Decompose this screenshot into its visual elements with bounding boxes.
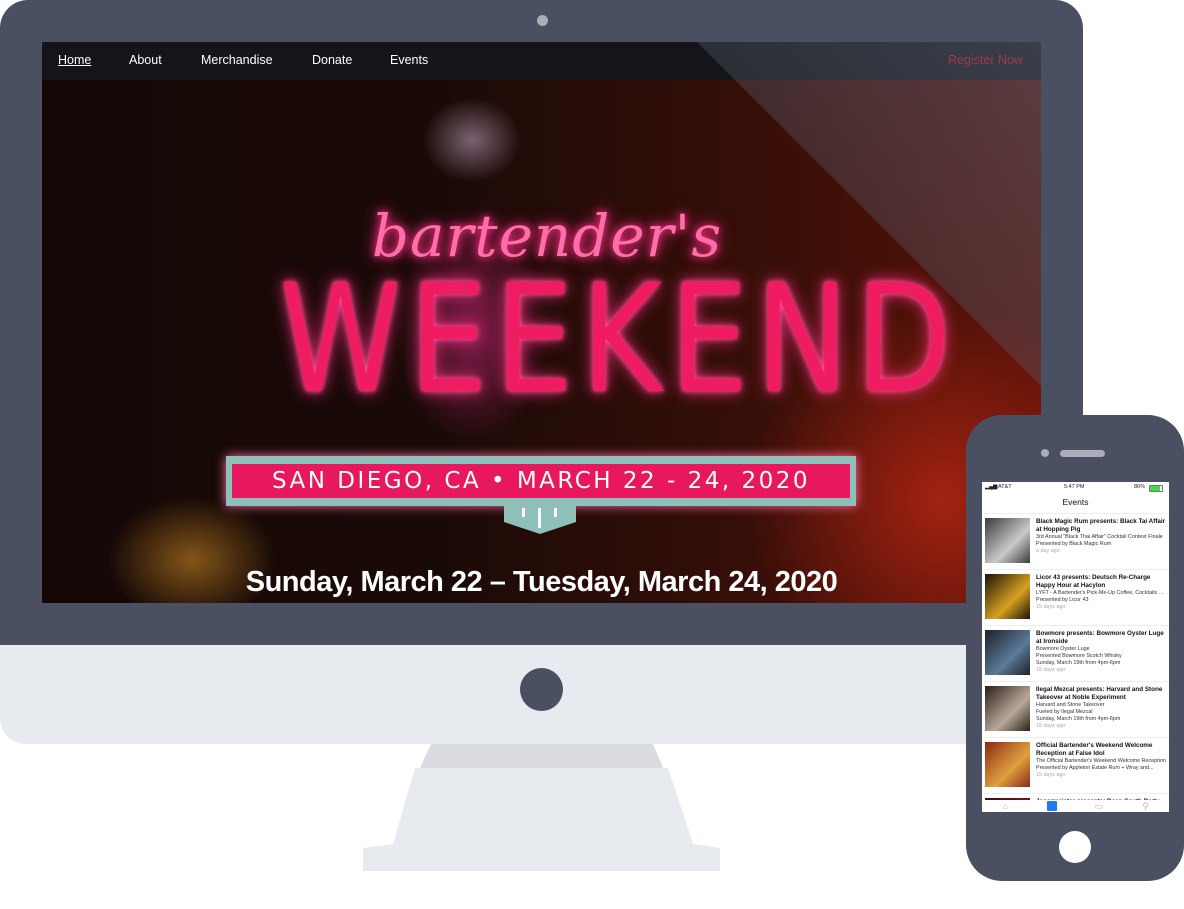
battery-percent: 86% — [1134, 484, 1146, 490]
event-list-item[interactable]: Official Bartender's Weekend Welcome Rec… — [982, 737, 1169, 793]
profile-icon[interactable]: ⚲ — [1141, 801, 1151, 811]
event-title: Black Magic Rum presents: Black Tai Affa… — [1036, 518, 1166, 533]
event-timestamp: 15 days ago — [1036, 604, 1066, 610]
phone-screen: ▂▄▆ AT&T 5:47 PM 86% Events Black Magic … — [982, 482, 1169, 812]
status-bar: ▂▄▆ AT&T 5:47 PM 86% — [982, 482, 1169, 494]
event-detail: Sunday, March 19th from 4pm-6pm — [1036, 660, 1121, 666]
event-list-item[interactable]: Black Magic Rum presents: Black Tai Affa… — [982, 513, 1169, 569]
event-detail: Presented Bowmore Scotch Whisky — [1036, 653, 1122, 659]
nav-merchandise[interactable]: Merchandise — [201, 53, 273, 67]
event-detail: Presented by Appleton Estate Rum + Wray … — [1036, 765, 1154, 771]
event-title: Official Bartender's Weekend Welcome Rec… — [1036, 742, 1153, 757]
nav-about[interactable]: About — [129, 53, 162, 67]
tab-line — [538, 508, 541, 528]
nav-events[interactable]: Events — [390, 53, 428, 67]
events-list: Black Magic Rum presents: Black Tai Affa… — [982, 513, 1169, 812]
event-thumbnail — [985, 518, 1030, 563]
event-timestamp: a day ago — [1036, 548, 1060, 554]
tab-line — [522, 508, 525, 517]
event-list-item[interactable]: Ilegal Mezcal presents: Harvard and Ston… — [982, 681, 1169, 737]
location-date-banner: SAN DIEGO, CA • MARCH 22 - 24, 2020 — [226, 456, 856, 506]
nav-home[interactable]: Home — [58, 53, 91, 67]
event-list-item[interactable]: Bowmore presents: Bowmore Oyster Luge at… — [982, 625, 1169, 681]
ticket-icon[interactable]: ▭ — [1094, 801, 1104, 811]
event-title: Licor 43 presents: Deutsch Re-Charge Hap… — [1036, 574, 1151, 589]
hero-section: bartender's WEEKEND SAN DIEGO, CA • MARC… — [42, 80, 1041, 603]
phone-home-button — [1059, 831, 1091, 863]
register-now-link[interactable]: Register Now — [948, 53, 1023, 67]
app-screen-title: Events — [1062, 497, 1089, 507]
event-thumbnail — [985, 686, 1030, 731]
monitor-stand — [363, 744, 720, 871]
event-detail: 3rd Annual "Black Thai Affair" Cocktail … — [1036, 534, 1163, 540]
phone-camera-icon — [1041, 449, 1049, 457]
event-detail: Presented by Black Magic Rum — [1036, 541, 1112, 547]
event-title: Bowmore presents: Bowmore Oyster Luge at… — [1036, 630, 1164, 645]
phone-speaker — [1060, 450, 1105, 457]
event-detail: Presented by Licor 43 — [1036, 597, 1089, 603]
event-detail: Fueled by Ilegal Mezcal — [1036, 709, 1093, 715]
event-thumbnail — [985, 630, 1030, 675]
carrier-label: AT&T — [998, 484, 1012, 490]
event-timestamp: 15 days ago — [1036, 723, 1066, 729]
tab-line — [554, 508, 557, 517]
event-detail: LYFT - A Bartender's Pick-Me-Up Coffee, … — [1036, 590, 1166, 596]
event-list-item[interactable]: Licor 43 presents: Deutsch Re-Charge Hap… — [982, 569, 1169, 625]
event-thumbnail — [985, 742, 1030, 787]
nav-donate[interactable]: Donate — [312, 53, 352, 67]
website-screen: bartender's WEEKEND SAN DIEGO, CA • MARC… — [42, 42, 1041, 603]
event-detail: Harvard and Stone Takeover — [1036, 702, 1105, 708]
event-date-range: Sunday, March 22 – Tuesday, March 24, 20… — [245, 566, 838, 598]
monitor-camera-icon — [537, 15, 548, 26]
banner-text: SAN DIEGO, CA • MARCH 22 - 24, 2020 — [232, 464, 850, 498]
banner-tab-decoration — [504, 504, 576, 534]
event-detail: Bowmore Oyster Luge — [1036, 646, 1090, 652]
calendar-icon[interactable]: ▦ — [1047, 801, 1058, 811]
event-timestamp: 15 days ago — [1036, 667, 1066, 673]
app-tab-bar: ⌂ ▦ ▭ ⚲ — [982, 800, 1169, 812]
event-detail: The Official Bartender's Weekend Welcome… — [1036, 758, 1166, 764]
event-title: Ilegal Mezcal presents: Harvard and Ston… — [1036, 686, 1163, 701]
top-navbar: Home About Merchandise Donate Events Reg… — [42, 42, 1041, 80]
monitor-logo-button — [520, 668, 563, 711]
event-thumbnail — [985, 574, 1030, 619]
battery-icon — [1149, 485, 1163, 492]
signal-icon: ▂▄▆ — [985, 484, 998, 490]
logo-main-text: WEEKEND — [279, 253, 960, 427]
event-timestamp: 15 days ago — [1036, 772, 1066, 778]
event-detail: Sunday, March 19th from 4pm-6pm — [1036, 716, 1121, 722]
status-time: 5:47 PM — [1064, 484, 1085, 490]
home-icon[interactable]: ⌂ — [1000, 801, 1010, 811]
